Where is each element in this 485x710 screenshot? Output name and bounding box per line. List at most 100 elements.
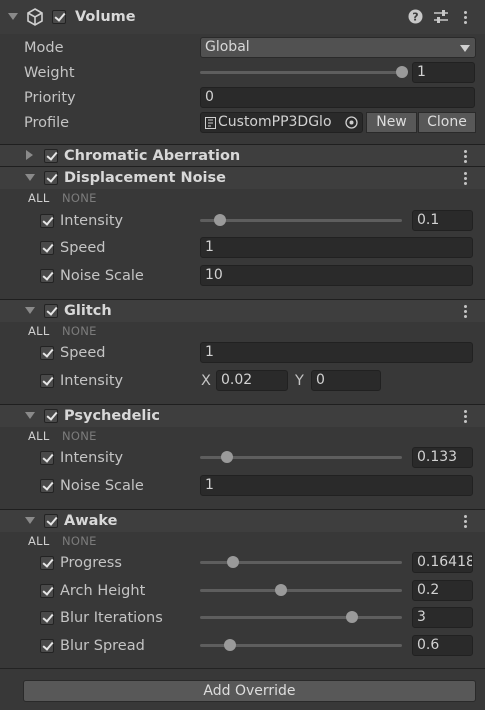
none-toggle[interactable]: NONE [62, 191, 97, 205]
foldout-arrow-icon[interactable] [25, 174, 35, 181]
awake-blur-spread-label: Blur Spread [60, 638, 145, 654]
clone-profile-button[interactable]: Clone [418, 112, 476, 133]
displacement-speed-field[interactable]: 1 [200, 237, 473, 258]
awake-progress-thumb[interactable] [227, 556, 240, 568]
mode-label: Mode [24, 40, 64, 56]
foldout-arrow-icon[interactable] [26, 150, 33, 160]
displacement-menu-icon[interactable] [464, 172, 467, 185]
preset-sliders-icon[interactable] [433, 9, 449, 24]
weight-slider-thumb[interactable] [396, 66, 408, 78]
help-icon[interactable]: ? [408, 9, 423, 24]
psychedelic-enabled-checkbox[interactable] [44, 409, 58, 423]
awake-header[interactable]: Awake [0, 509, 485, 532]
awake-blur-iterations-field[interactable]: 3 [412, 607, 473, 628]
volume-header: Volume ? [0, 0, 485, 34]
weight-label: Weight [24, 65, 75, 81]
awake-progress-override[interactable] [40, 556, 54, 570]
awake-enabled-checkbox[interactable] [44, 514, 58, 528]
all-toggle[interactable]: ALL [28, 191, 50, 205]
foldout-arrow-icon[interactable] [25, 307, 35, 314]
profile-object-field[interactable]: CustomPP3DGlo [200, 112, 363, 133]
awake-progress-label: Progress [60, 555, 122, 571]
glitch-y-label: Y [295, 373, 304, 389]
glitch-title: Glitch [64, 303, 112, 319]
displacement-noise-scale-label: Noise Scale [60, 268, 144, 284]
displacement-noise-scale-field[interactable]: 10 [200, 265, 473, 286]
all-toggle[interactable]: ALL [28, 429, 50, 443]
svg-text:?: ? [412, 11, 418, 24]
psychedelic-header[interactable]: Psychedelic [0, 404, 485, 427]
mode-dropdown[interactable]: Global [200, 37, 476, 58]
awake-blur-spread-field[interactable]: 0.6 [412, 635, 473, 656]
psychedelic-intensity-label: Intensity [60, 450, 124, 466]
none-toggle[interactable]: NONE [62, 534, 97, 548]
none-toggle[interactable]: NONE [62, 429, 97, 443]
chromatic-title: Chromatic Aberration [64, 148, 241, 164]
volume-menu-icon[interactable] [464, 11, 467, 24]
awake-blur-spread-thumb[interactable] [224, 639, 237, 651]
section-divider [0, 668, 485, 669]
cube-icon [27, 8, 43, 26]
psychedelic-intensity-thumb[interactable] [220, 451, 233, 463]
foldout-arrow-icon[interactable] [8, 13, 18, 20]
volume-enabled-checkbox[interactable] [52, 10, 66, 24]
awake-arch-height-override[interactable] [40, 584, 54, 598]
displacement-intensity-override[interactable] [40, 214, 54, 228]
awake-arch-height-field[interactable]: 0.2 [412, 580, 473, 601]
awake-blur-iterations-thumb[interactable] [345, 611, 358, 623]
profile-asset-icon [205, 117, 216, 129]
psychedelic-noise-scale-label: Noise Scale [60, 478, 144, 494]
displacement-enabled-checkbox[interactable] [44, 171, 58, 185]
chevron-down-icon [460, 45, 470, 52]
foldout-arrow-icon[interactable] [25, 517, 35, 524]
glitch-intensity-label: Intensity [60, 373, 124, 389]
awake-blur-spread-override[interactable] [40, 639, 54, 653]
chromatic-enabled-checkbox[interactable] [44, 149, 58, 163]
glitch-speed-label: Speed [60, 345, 106, 361]
glitch-x-field[interactable]: 0.02 [216, 370, 288, 391]
glitch-speed-field[interactable]: 1 [200, 342, 473, 363]
psychedelic-intensity-override[interactable] [40, 451, 54, 465]
object-picker-icon[interactable] [345, 116, 358, 129]
glitch-x-label: X [201, 373, 211, 389]
displacement-intensity-slider[interactable] [200, 219, 402, 222]
chromatic-menu-icon[interactable] [464, 150, 467, 163]
awake-arch-height-thumb[interactable] [274, 584, 287, 596]
chromatic-aberration-header[interactable]: Chromatic Aberration [0, 144, 485, 167]
awake-blur-iterations-label: Blur Iterations [60, 610, 163, 626]
glitch-menu-icon[interactable] [464, 305, 467, 318]
glitch-enabled-checkbox[interactable] [44, 304, 58, 318]
displacement-intensity-thumb[interactable] [214, 214, 227, 226]
profile-label: Profile [24, 115, 70, 131]
displacement-noise-header[interactable]: Displacement Noise [0, 166, 485, 189]
glitch-intensity-override[interactable] [40, 374, 54, 388]
add-override-button[interactable]: Add Override [23, 680, 476, 702]
none-toggle[interactable]: NONE [62, 324, 97, 338]
all-toggle[interactable]: ALL [28, 534, 50, 548]
foldout-arrow-icon[interactable] [25, 412, 35, 419]
priority-field[interactable]: 0 [200, 87, 475, 108]
displacement-speed-override[interactable] [40, 241, 54, 255]
glitch-speed-override[interactable] [40, 346, 54, 360]
awake-arch-height-label: Arch Height [60, 583, 146, 599]
psychedelic-noise-scale-override[interactable] [40, 479, 54, 493]
new-profile-button[interactable]: New [366, 112, 417, 133]
awake-progress-field[interactable]: 0.16418 [412, 552, 473, 573]
psychedelic-intensity-field[interactable]: 0.133 [412, 447, 473, 468]
awake-blur-iterations-slider[interactable] [200, 616, 402, 619]
weight-slider[interactable] [200, 71, 402, 74]
psychedelic-menu-icon[interactable] [464, 410, 467, 423]
glitch-header[interactable]: Glitch [0, 299, 485, 322]
awake-blur-iterations-override[interactable] [40, 611, 54, 625]
displacement-intensity-field[interactable]: 0.1 [412, 210, 473, 231]
volume-title: Volume [75, 9, 136, 25]
displacement-noise-scale-override[interactable] [40, 269, 54, 283]
awake-arch-height-slider[interactable] [200, 589, 402, 592]
mode-value: Global [205, 39, 250, 55]
all-toggle[interactable]: ALL [28, 324, 50, 338]
awake-title: Awake [64, 513, 118, 529]
weight-field[interactable]: 1 [412, 62, 475, 83]
awake-menu-icon[interactable] [464, 515, 467, 528]
glitch-y-field[interactable]: 0 [311, 370, 381, 391]
psychedelic-noise-scale-field[interactable]: 1 [200, 475, 473, 496]
